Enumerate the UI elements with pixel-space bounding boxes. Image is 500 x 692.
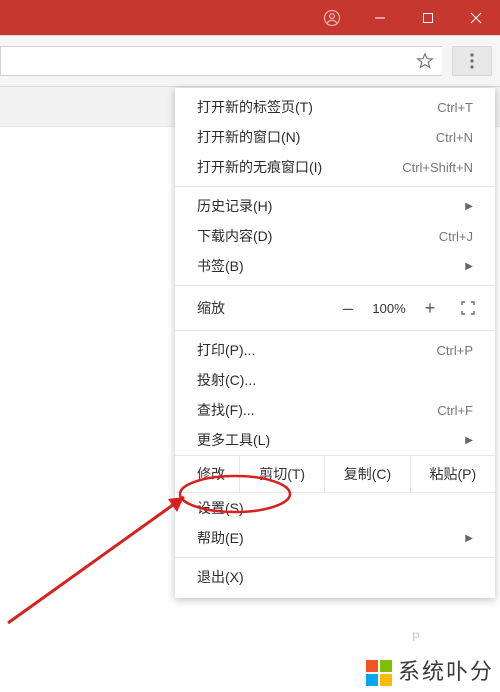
- more-vert-icon: [470, 53, 474, 69]
- maximize-icon: [422, 12, 434, 24]
- menu-item-zoom: 缩放 – 100% +: [175, 290, 495, 326]
- window-titlebar: [0, 0, 500, 35]
- microsoft-logo-icon: [366, 660, 392, 686]
- watermark-letter: P: [412, 630, 420, 644]
- menu-item-label: 下载内容(D): [197, 226, 431, 246]
- menu-item-label: 设置(S): [197, 498, 473, 518]
- menu-item-shortcut: Ctrl+F: [437, 403, 473, 418]
- url-box[interactable]: [0, 46, 442, 76]
- menu-item-shortcut: Ctrl+T: [437, 100, 473, 115]
- menu-item-shortcut: Ctrl+J: [439, 229, 473, 244]
- minimize-icon: [374, 12, 386, 24]
- menu-item-label: 退出(X): [197, 567, 473, 587]
- menu-item-help[interactable]: 帮助(E) ▶: [175, 523, 495, 553]
- menu-item-bookmarks[interactable]: 书签(B) ▶: [175, 251, 495, 281]
- menu-item-history[interactable]: 历史记录(H) ▶: [175, 191, 495, 221]
- menu-edit-row: 修改 剪切(T) 复制(C) 粘贴(P): [175, 455, 495, 493]
- menu-item-find[interactable]: 查找(F)... Ctrl+F: [175, 395, 495, 425]
- menu-item-cast[interactable]: 投射(C)...: [175, 365, 495, 395]
- menu-item-shortcut: Ctrl+P: [437, 343, 473, 358]
- copy-button[interactable]: 复制(C): [324, 456, 409, 492]
- star-icon: [416, 52, 434, 70]
- menu-item-print[interactable]: 打印(P)... Ctrl+P: [175, 335, 495, 365]
- menu-separator: [175, 557, 495, 558]
- chevron-right-icon: ▶: [463, 435, 473, 446]
- menu-item-label: 投射(C)...: [197, 370, 473, 390]
- menu-separator: [175, 186, 495, 187]
- main-menu: 打开新的标签页(T) Ctrl+T 打开新的窗口(N) Ctrl+N 打开新的无…: [175, 88, 495, 598]
- menu-item-new-window[interactable]: 打开新的窗口(N) Ctrl+N: [175, 122, 495, 152]
- menu-item-settings[interactable]: 设置(S): [175, 493, 495, 523]
- zoom-value: 100%: [363, 301, 415, 316]
- fullscreen-button[interactable]: [451, 293, 485, 323]
- menu-item-downloads[interactable]: 下载内容(D) Ctrl+J: [175, 221, 495, 251]
- menu-item-shortcut: Ctrl+N: [436, 130, 473, 145]
- chrome-menu-button[interactable]: [452, 46, 492, 76]
- menu-item-exit[interactable]: 退出(X): [175, 562, 495, 592]
- menu-item-label: 打开新的标签页(T): [197, 97, 429, 117]
- bookmark-star-button[interactable]: [414, 50, 436, 72]
- close-button[interactable]: [452, 0, 500, 35]
- account-button[interactable]: [308, 0, 356, 35]
- watermark-text: 系统卟分: [398, 654, 494, 686]
- menu-item-label: 打开新的窗口(N): [197, 127, 428, 147]
- menu-separator: [175, 330, 495, 331]
- root: 打开新的标签页(T) Ctrl+T 打开新的窗口(N) Ctrl+N 打开新的无…: [0, 0, 500, 692]
- menu-item-label: 更多工具(L): [197, 430, 455, 450]
- chevron-right-icon: ▶: [463, 261, 473, 272]
- menu-item-more-tools[interactable]: 更多工具(L) ▶: [175, 425, 495, 455]
- maximize-button[interactable]: [404, 0, 452, 35]
- menu-item-label: 打开新的无痕窗口(I): [197, 157, 394, 177]
- zoom-in-button[interactable]: +: [415, 293, 445, 323]
- chevron-right-icon: ▶: [463, 533, 473, 544]
- menu-item-label: 查找(F)...: [197, 400, 429, 420]
- toolbar: [0, 35, 500, 87]
- menu-item-label: 帮助(E): [197, 528, 455, 548]
- menu-item-label: 历史记录(H): [197, 196, 455, 216]
- chevron-right-icon: ▶: [463, 201, 473, 212]
- minimize-button[interactable]: [356, 0, 404, 35]
- menu-item-new-tab[interactable]: 打开新的标签页(T) Ctrl+T: [175, 92, 495, 122]
- menu-item-label: 书签(B): [197, 256, 455, 276]
- menu-separator: [175, 285, 495, 286]
- zoom-label: 缩放: [197, 298, 333, 318]
- account-icon: [323, 9, 341, 27]
- menu-item-incognito[interactable]: 打开新的无痕窗口(I) Ctrl+Shift+N: [175, 152, 495, 182]
- fullscreen-icon: [460, 300, 476, 316]
- menu-item-label: 打印(P)...: [197, 340, 429, 360]
- zoom-out-button[interactable]: –: [333, 293, 363, 323]
- paste-button[interactable]: 粘贴(P): [410, 456, 495, 492]
- menu-item-shortcut: Ctrl+Shift+N: [402, 160, 473, 175]
- edit-label: 修改: [175, 456, 239, 492]
- close-icon: [470, 12, 482, 24]
- cut-button[interactable]: 剪切(T): [239, 456, 324, 492]
- watermark: 系统卟分: [366, 654, 494, 686]
